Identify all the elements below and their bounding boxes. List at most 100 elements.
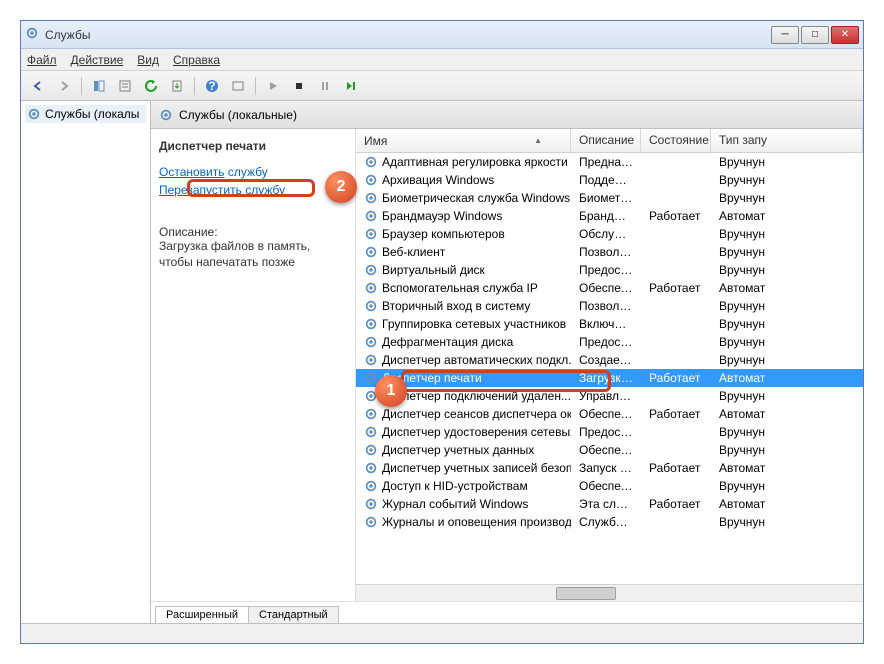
stop-service-link[interactable]: Остановить службу [159, 165, 347, 179]
restart-service-link[interactable]: Перезапустить службу [159, 183, 347, 197]
app-icon [25, 26, 39, 43]
cell-type: Вручнун [711, 245, 863, 259]
window-title: Службы [45, 28, 771, 42]
cell-name: Брандмауэр Windows [356, 209, 571, 223]
cell-name: Диспетчер автоматических подкл... [356, 353, 571, 367]
cell-type: Вручнун [711, 443, 863, 457]
menu-view[interactable]: Вид [137, 53, 159, 67]
cell-name: Биометрическая служба Windows [356, 191, 571, 205]
service-row[interactable]: Журнал событий WindowsЭта служб...Работа… [356, 495, 863, 513]
cell-state: Работает [641, 281, 711, 295]
cell-description: Обслужив... [571, 227, 641, 241]
tab-extended[interactable]: Расширенный [155, 606, 249, 623]
service-row[interactable]: Адаптивная регулировка яркостиПредназна.… [356, 153, 863, 171]
service-row[interactable]: Диспетчер удостоверения сетевых...Предос… [356, 423, 863, 441]
service-row[interactable]: Диспетчер учетных данныхОбеспечи... Вручн… [356, 441, 863, 459]
cell-name: Виртуальный диск [356, 263, 571, 277]
cell-description: Предостав... [571, 263, 641, 277]
minimize-button[interactable]: ─ [771, 26, 799, 44]
column-state[interactable]: Состояние [641, 129, 711, 152]
export-button[interactable] [166, 75, 188, 97]
service-row[interactable]: Вторичный вход в системуПозволяет...Вруч… [356, 297, 863, 315]
cell-description: Биометри... [571, 191, 641, 205]
cell-type: Автомат [711, 407, 863, 421]
start-service-button[interactable] [262, 75, 284, 97]
tree-root-services[interactable]: Службы (локалы [25, 105, 146, 123]
service-row[interactable]: Диспетчер подключений удален...Управляет… [356, 387, 863, 405]
maximize-button[interactable]: □ [801, 26, 829, 44]
service-row[interactable]: Брандмауэр WindowsБрандмау...РаботаетАвт… [356, 207, 863, 225]
gear-icon [27, 107, 41, 121]
cell-name: Доступ к HID-устройствам [356, 479, 571, 493]
cell-description: Обеспечи... [571, 407, 641, 421]
cell-type: Автомат [711, 209, 863, 223]
cell-type: Вручнун [711, 353, 863, 367]
cell-description: Управляет... [571, 389, 641, 403]
toolbar: ? [21, 71, 863, 101]
show-hide-tree-button[interactable] [88, 75, 110, 97]
column-description[interactable]: Описание [571, 129, 641, 152]
gear-icon [159, 108, 173, 122]
cell-type: Вручнун [711, 299, 863, 313]
column-startup-type[interactable]: Тип запу [711, 129, 863, 152]
cell-state: Работает [641, 461, 711, 475]
cell-state: Работает [641, 371, 711, 385]
cell-description: Включает ... [571, 317, 641, 331]
service-row[interactable]: Вспомогательная служба IPОбеспечи...Рабо… [356, 279, 863, 297]
forward-button[interactable] [53, 75, 75, 97]
cell-type: Вручнун [711, 155, 863, 169]
cell-description: Обеспечи... [571, 443, 641, 457]
services-list: Имя▲ Описание Состояние Тип запу Адаптив… [356, 129, 863, 601]
cell-state: Работает [641, 407, 711, 421]
pause-service-button[interactable] [314, 75, 336, 97]
cell-state: Работает [641, 209, 711, 223]
action-button[interactable] [227, 75, 249, 97]
service-row[interactable]: Диспетчер автоматических подкл...Создает… [356, 351, 863, 369]
titlebar[interactable]: Службы ─ □ ✕ [21, 21, 863, 49]
service-row[interactable]: Диспетчер печатиЗагрузка ...РаботаетАвто… [356, 369, 863, 387]
service-row[interactable]: Доступ к HID-устройствамОбеспечи... Вручн… [356, 477, 863, 495]
service-row[interactable]: Виртуальный дискПредостав...Вручнун [356, 261, 863, 279]
menubar: Файл Действие Вид Справка [21, 49, 863, 71]
sort-indicator-icon: ▲ [534, 136, 542, 145]
service-row[interactable]: Браузер компьютеровОбслужив...Вручнун [356, 225, 863, 243]
cell-name: Группировка сетевых участников [356, 317, 571, 331]
help-button[interactable]: ? [201, 75, 223, 97]
refresh-button[interactable] [140, 75, 162, 97]
back-button[interactable] [27, 75, 49, 97]
tab-standard[interactable]: Стандартный [248, 606, 339, 623]
restart-service-button[interactable] [340, 75, 362, 97]
cell-type: Вручнун [711, 479, 863, 493]
cell-type: Автомат [711, 497, 863, 511]
column-name[interactable]: Имя▲ [356, 129, 571, 152]
cell-name: Диспетчер учетных записей безоп... [356, 461, 571, 475]
list-body[interactable]: Адаптивная регулировка яркостиПредназна.… [356, 153, 863, 584]
scrollbar-thumb[interactable] [556, 587, 616, 600]
menu-file[interactable]: Файл [27, 53, 57, 67]
cell-type: Вручнун [711, 389, 863, 403]
cell-name: Браузер компьютеров [356, 227, 571, 241]
properties-button[interactable] [114, 75, 136, 97]
cell-description: Предназна... [571, 155, 641, 169]
service-row[interactable]: Журналы и оповещения производ...Служба ж… [356, 513, 863, 531]
stop-service-button[interactable] [288, 75, 310, 97]
service-row[interactable]: Дефрагментация дискаПредостав...Вручнун [356, 333, 863, 351]
description-text: Загрузка файлов в память, чтобы напечата… [159, 239, 347, 270]
horizontal-scrollbar[interactable] [356, 584, 863, 601]
menu-help[interactable]: Справка [173, 53, 220, 67]
service-row[interactable]: Веб-клиентПозволяет...Вручнун [356, 243, 863, 261]
cell-description: Обеспечи... [571, 479, 641, 493]
cell-name: Диспетчер учетных данных [356, 443, 571, 457]
cell-type: Вручнун [711, 317, 863, 331]
service-row[interactable]: Диспетчер сеансов диспетчера ок...Обеспе… [356, 405, 863, 423]
cell-type: Автомат [711, 281, 863, 295]
service-row[interactable]: Диспетчер учетных записей безоп...Запуск… [356, 459, 863, 477]
menu-action[interactable]: Действие [71, 53, 124, 67]
service-row[interactable]: Архивация WindowsПоддержк...Вручнун [356, 171, 863, 189]
service-row[interactable]: Биометрическая служба WindowsБиометри...… [356, 189, 863, 207]
cell-description: Позволяет... [571, 245, 641, 259]
cell-description: Загрузка ... [571, 371, 641, 385]
cell-type: Вручнун [711, 515, 863, 529]
service-row[interactable]: Группировка сетевых участниковВключает .… [356, 315, 863, 333]
close-button[interactable]: ✕ [831, 26, 859, 44]
